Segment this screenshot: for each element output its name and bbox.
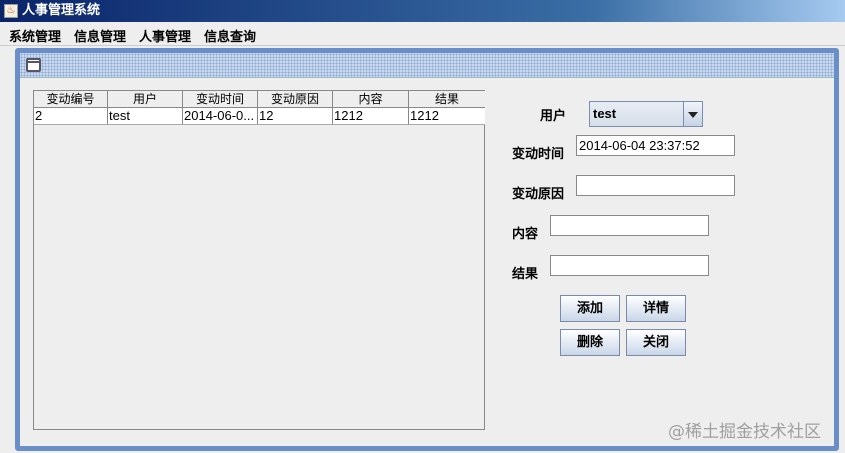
- menu-personnel[interactable]: 人事管理: [139, 26, 191, 45]
- reason-field[interactable]: [576, 175, 735, 196]
- time-field[interactable]: 2014-06-04 23:37:52: [576, 135, 735, 156]
- add-button[interactable]: 添加: [560, 295, 620, 322]
- content-label: 内容: [512, 227, 539, 242]
- close-button[interactable]: 关闭: [626, 329, 686, 356]
- content-field[interactable]: [550, 215, 709, 236]
- internal-frame-title-bar[interactable]: [20, 53, 834, 78]
- detail-button[interactable]: 详情: [626, 295, 686, 322]
- internal-frame: 变动编号 用户 变动时间 变动原因 内容 结果 2 test 2014-06-0…: [15, 48, 839, 451]
- table-cell[interactable]: test: [108, 108, 183, 125]
- java-icon: ♨: [4, 4, 18, 18]
- window-icon: [26, 58, 41, 72]
- menu-system[interactable]: 系统管理: [9, 26, 61, 45]
- watermark: @稀土掘金技术社区: [668, 422, 821, 442]
- user-label: 用户: [540, 109, 567, 124]
- table-cell[interactable]: 2014-06-0...: [183, 108, 258, 125]
- reason-label: 变动原因: [512, 187, 565, 202]
- menu-query[interactable]: 信息查询: [204, 26, 256, 45]
- result-label: 结果: [512, 267, 539, 282]
- column-header[interactable]: 变动编号: [34, 91, 108, 108]
- column-header[interactable]: 结果: [409, 91, 485, 108]
- result-field[interactable]: [550, 255, 709, 276]
- chevron-down-icon[interactable]: [683, 102, 702, 126]
- column-header[interactable]: 变动时间: [183, 91, 258, 108]
- column-header[interactable]: 用户: [108, 91, 183, 108]
- change-table[interactable]: 变动编号 用户 变动时间 变动原因 内容 结果 2 test 2014-06-0…: [33, 90, 485, 430]
- window-title: 人事管理系统: [22, 3, 101, 18]
- table-cell[interactable]: 1212: [409, 108, 485, 125]
- menu-info[interactable]: 信息管理: [74, 26, 126, 45]
- user-combobox-value: test: [593, 106, 617, 121]
- delete-button[interactable]: 删除: [560, 329, 620, 356]
- menu-bar: 系统管理 信息管理 人事管理 信息查询: [0, 22, 845, 46]
- time-label: 变动时间: [512, 147, 565, 162]
- table-cell[interactable]: 12: [258, 108, 333, 125]
- table-cell[interactable]: 2: [34, 108, 108, 125]
- window-title-bar: 人事管理系统: [0, 0, 845, 22]
- column-header[interactable]: 变动原因: [258, 91, 333, 108]
- column-header[interactable]: 内容: [333, 91, 409, 108]
- user-combobox[interactable]: test: [589, 101, 703, 127]
- table-cell[interactable]: 1212: [333, 108, 409, 125]
